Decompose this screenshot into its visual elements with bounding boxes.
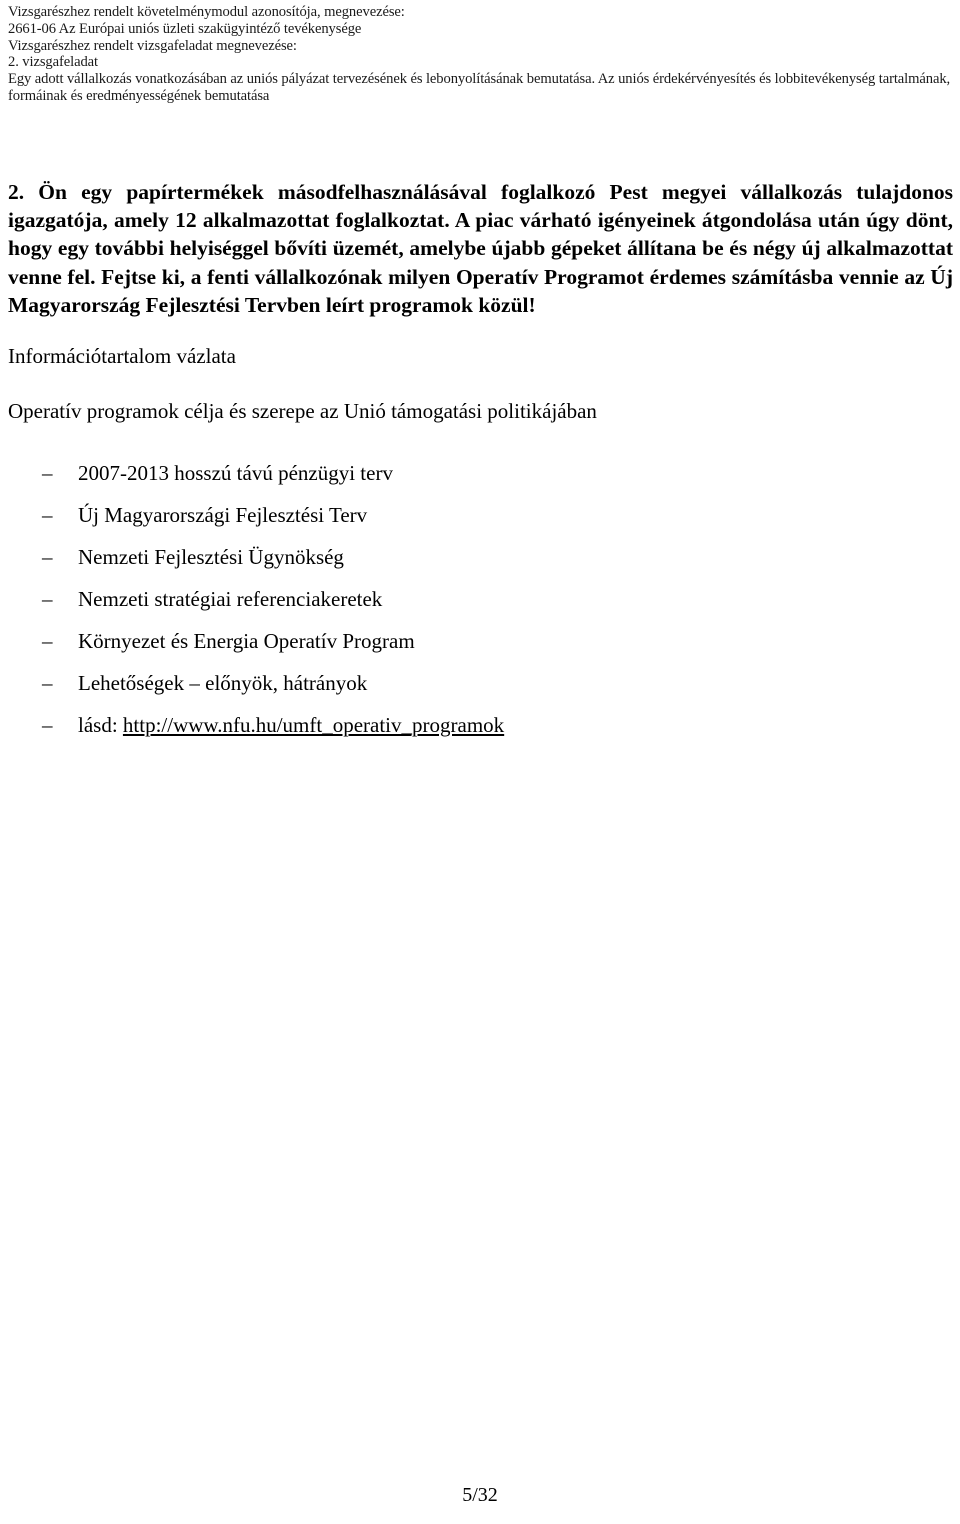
header-line-task-label: Vizsgarészhez rendelt vizsgafeladat megn… xyxy=(8,37,297,54)
header-task-description: Egy adott vállalkozás vonatkozásában az … xyxy=(8,71,951,104)
dash-bullet-icon: – xyxy=(42,713,53,737)
dash-bullet-icon: – xyxy=(42,587,53,611)
list-item: – Új Magyarországi Fejlesztési Terv xyxy=(0,494,900,536)
link-prefix: lásd: xyxy=(78,713,123,737)
dash-bullet-icon: – xyxy=(42,671,53,695)
info-outline-heading: Információtartalom vázlata xyxy=(8,344,236,368)
list-item: – Lehetőségek – előnyök, hátrányok xyxy=(0,662,900,704)
list-item: – 2007-2013 hosszú távú pénzügyi terv xyxy=(0,452,900,494)
list-item-label: Lehetőségek – előnyök, hátrányok xyxy=(78,671,368,695)
list-item: – Környezet és Energia Operatív Program xyxy=(0,620,900,662)
list-item-label: 2007-2013 hosszú távú pénzügyi terv xyxy=(78,461,393,485)
list-item-label: Nemzeti stratégiai referenciakeretek xyxy=(78,587,383,611)
dash-bullet-icon: – xyxy=(42,545,53,569)
external-link[interactable]: http://www.nfu.hu/umft_operativ_programo… xyxy=(123,713,504,737)
list-item-label: Környezet és Energia Operatív Program xyxy=(78,629,415,653)
list-item-link-label: lásd: http://www.nfu.hu/umft_operativ_pr… xyxy=(78,713,504,737)
list-item-label: Új Magyarországi Fejlesztési Terv xyxy=(78,503,368,527)
dash-bullet-icon: – xyxy=(42,503,53,527)
question-paragraph: 2. Ön egy papírtermékek másodfelhasználá… xyxy=(8,178,953,320)
info-outline-subheading: Operatív programok célja és szerepe az U… xyxy=(8,399,597,423)
document-header: Vizsgarészhez rendelt követelménymodul a… xyxy=(8,4,952,105)
dash-bullet-icon: – xyxy=(42,461,53,485)
header-line-module-id: Vizsgarészhez rendelt követelménymodul a… xyxy=(8,4,405,20)
list-item-link: – lásd: http://www.nfu.hu/umft_operativ_… xyxy=(0,704,900,746)
header-line-task-number: 2. vizsgafeladat xyxy=(8,54,98,71)
page-number-footer: 5/32 xyxy=(462,1484,498,1506)
question-number: 2. xyxy=(8,179,25,204)
outline-list: – 2007-2013 hosszú távú pénzügyi terv – … xyxy=(0,452,900,746)
list-item-label: Nemzeti Fejlesztési Ügynökség xyxy=(78,545,344,569)
header-line-module-name: 2661-06 Az Európai uniós üzleti szakügyi… xyxy=(8,20,362,37)
question-text: Ön egy papírtermékek másodfelhasználásáv… xyxy=(8,179,954,318)
list-item: – Nemzeti Fejlesztési Ügynökség xyxy=(0,536,900,578)
dash-bullet-icon: – xyxy=(42,629,53,653)
document-page: Vizsgarészhez rendelt követelménymodul a… xyxy=(0,0,960,1524)
list-item: – Nemzeti stratégiai referenciakeretek xyxy=(0,578,900,620)
